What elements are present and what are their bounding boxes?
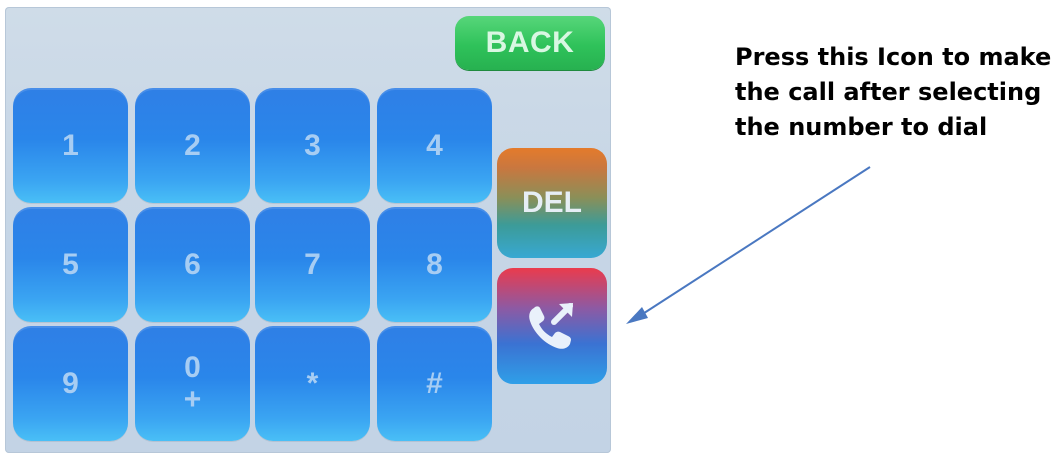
pointer-arrow	[626, 166, 871, 324]
